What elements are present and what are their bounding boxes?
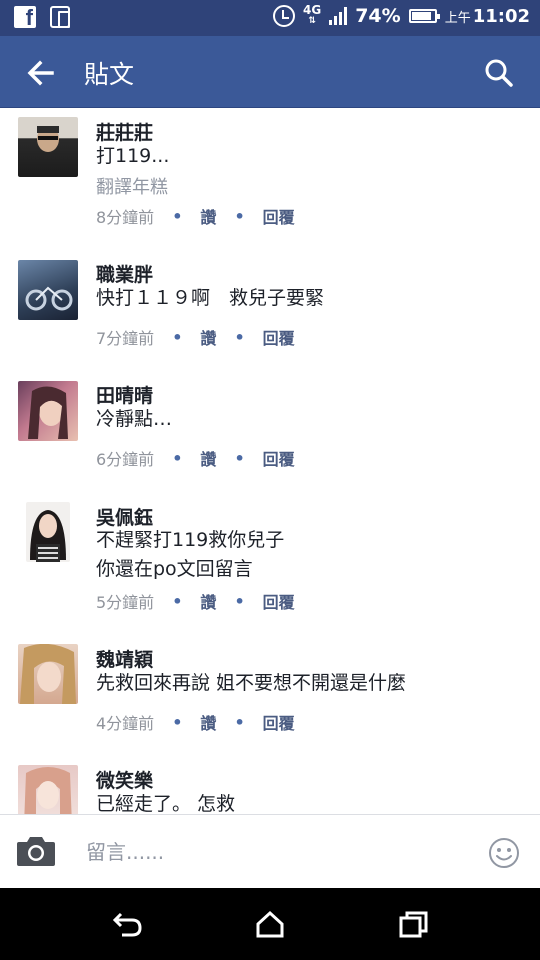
- reply-button[interactable]: 回覆: [263, 589, 295, 613]
- status-bar: 4G ⇅ 74% 上午11:02: [0, 0, 540, 36]
- avatar[interactable]: [18, 765, 78, 814]
- separator-dot: •: [234, 327, 245, 347]
- comment-text: 先救回來再說 姐不要想不開還是什麼: [96, 672, 407, 694]
- like-button[interactable]: 讚: [200, 589, 216, 613]
- avatar[interactable]: [18, 644, 78, 704]
- translate-link[interactable]: 翻譯年糕: [96, 173, 168, 199]
- avatar[interactable]: [26, 502, 70, 562]
- comment-meta: 4分鐘前 • 讚 • 回覆: [96, 710, 295, 734]
- comment-compose-bar: [0, 814, 540, 888]
- separator-dot: •: [172, 448, 183, 468]
- emoji-icon[interactable]: [488, 837, 520, 869]
- comment-author[interactable]: 魏靖穎: [96, 645, 153, 672]
- system-nav-bar: [0, 888, 540, 960]
- comment-meta: 6分鐘前 • 讚 • 回覆: [96, 446, 295, 470]
- page-title: 貼文: [84, 60, 135, 89]
- back-nav-icon[interactable]: [112, 910, 144, 938]
- comment-author[interactable]: 微笑樂: [96, 766, 153, 793]
- comment-timestamp: 8分鐘前: [96, 208, 155, 227]
- device-icon: [50, 6, 70, 28]
- comment-list[interactable]: 莊莊莊 打119... 翻譯年糕 8分鐘前 • 讚 • 回覆 職業胖 快打１１９…: [0, 108, 540, 814]
- battery-icon: [408, 9, 440, 23]
- comment-timestamp: 6分鐘前: [96, 450, 155, 469]
- like-button[interactable]: 讚: [200, 325, 216, 349]
- facebook-notification-icon: [14, 5, 36, 31]
- like-button[interactable]: 讚: [200, 446, 216, 470]
- separator-dot: •: [172, 591, 183, 611]
- comment-timestamp: 7分鐘前: [96, 329, 155, 348]
- comment-meta: 7分鐘前 • 讚 • 回覆: [96, 325, 295, 349]
- app-bar: 貼文: [0, 36, 540, 108]
- comment-text: 快打１１９啊 救兒子要緊: [96, 287, 325, 309]
- reply-button[interactable]: 回覆: [263, 325, 295, 349]
- comment-input[interactable]: [86, 837, 466, 867]
- comment-text: 不趕緊打119救你兒子: [96, 529, 285, 551]
- comment-timestamp: 5分鐘前: [96, 593, 155, 612]
- comment-author[interactable]: 田晴晴: [96, 381, 153, 408]
- separator-dot: •: [234, 448, 245, 468]
- like-button[interactable]: 讚: [200, 710, 216, 734]
- reply-button[interactable]: 回覆: [263, 710, 295, 734]
- comment-author[interactable]: 莊莊莊: [96, 118, 153, 145]
- separator-dot: •: [234, 206, 245, 226]
- reply-button[interactable]: 回覆: [263, 446, 295, 470]
- camera-icon[interactable]: [16, 834, 56, 868]
- comment-meta: 5分鐘前 • 讚 • 回覆: [96, 589, 295, 613]
- like-button[interactable]: 讚: [200, 204, 216, 228]
- home-icon[interactable]: [254, 910, 286, 938]
- comment-timestamp: 4分鐘前: [96, 714, 155, 733]
- avatar[interactable]: [18, 260, 78, 320]
- avatar[interactable]: [18, 117, 78, 177]
- comment-text: 打119...: [96, 145, 170, 167]
- comment-text: 你還在po文回留言: [96, 558, 253, 580]
- separator-dot: •: [172, 327, 183, 347]
- comment-text: 已經走了。 怎救: [96, 793, 236, 814]
- comment-meta: 8分鐘前 • 讚 • 回覆: [96, 204, 295, 228]
- search-icon[interactable]: [484, 58, 514, 88]
- recent-apps-icon[interactable]: [398, 910, 430, 938]
- back-arrow-icon[interactable]: [24, 56, 58, 90]
- separator-dot: •: [172, 712, 183, 732]
- clock: 上午 11:02: [444, 5, 530, 27]
- avatar[interactable]: [18, 381, 78, 441]
- network-indicator: 4G ⇅: [303, 3, 322, 26]
- comment-author[interactable]: 職業胖: [96, 260, 153, 287]
- separator-dot: •: [234, 591, 245, 611]
- reply-button[interactable]: 回覆: [263, 204, 295, 228]
- separator-dot: •: [234, 712, 245, 732]
- alarm-icon: [273, 5, 295, 27]
- separator-dot: •: [172, 206, 183, 226]
- comment-text: 冷靜點…: [96, 408, 173, 430]
- signal-icon: [329, 7, 348, 25]
- battery-percentage: 74%: [355, 5, 401, 27]
